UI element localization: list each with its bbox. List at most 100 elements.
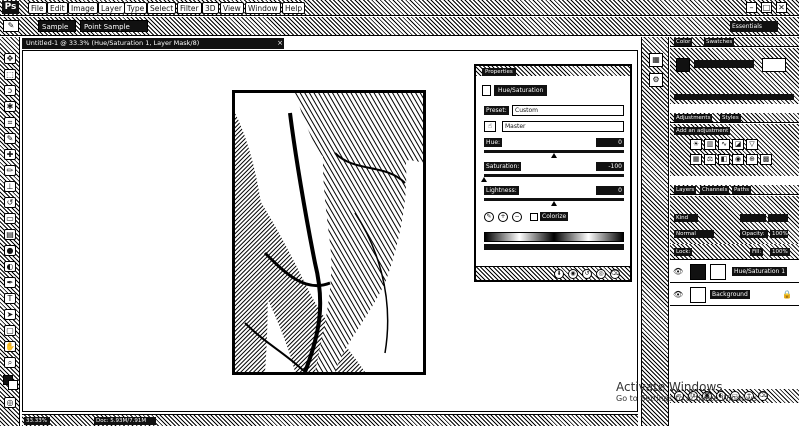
menu-file[interactable]: File	[28, 2, 47, 14]
view-previous-icon[interactable]: ◉	[568, 269, 578, 279]
menu-window[interactable]: Window	[245, 2, 281, 14]
saturation-slider-thumb[interactable]	[481, 177, 487, 182]
menu-edit[interactable]: Edit	[47, 2, 68, 14]
document-image[interactable]	[232, 90, 426, 375]
gradient-tool-icon[interactable]: ▤	[4, 229, 16, 240]
minimize-button[interactable]: –	[746, 2, 757, 13]
reset-icon[interactable]: ↺	[582, 269, 592, 279]
color-fg-swatch[interactable]	[676, 58, 690, 72]
brightness-contrast-icon[interactable]: ☀	[690, 139, 702, 150]
tab-properties[interactable]: Properties	[482, 68, 516, 76]
delete-adjustment-icon[interactable]: ⌫	[610, 269, 620, 279]
preset-dropdown[interactable]: Custom	[512, 105, 624, 116]
clip-to-layer-icon[interactable]: ⬇	[554, 269, 564, 279]
menu-filter[interactable]: Filter	[177, 2, 202, 14]
layer-row-background[interactable]: 👁 Background 🔒	[670, 284, 799, 306]
doc-size-info[interactable]: Doc: 5.93M/7.91M	[94, 417, 156, 425]
properties-panel-icon[interactable]: ⚙	[649, 73, 663, 87]
eyedropper-subtract-icon[interactable]: −	[512, 212, 522, 222]
hue-value[interactable]: 0	[596, 138, 624, 147]
colorize-checkbox[interactable]	[530, 213, 538, 221]
menu-layer[interactable]: Layer	[98, 2, 125, 14]
layer-visibility-eye-icon[interactable]: 👁	[673, 290, 683, 299]
color-balance-icon[interactable]: ⚖	[704, 154, 716, 165]
tab-color[interactable]: Color	[674, 38, 693, 46]
zoom-tool-icon[interactable]: ⌕	[4, 357, 16, 368]
lightness-value[interactable]: 0	[596, 186, 624, 195]
path-select-icon[interactable]: ➤	[4, 309, 16, 320]
background-color-swatch[interactable]	[8, 380, 18, 390]
menu-view[interactable]: View	[220, 2, 244, 14]
crop-tool-icon[interactable]: ⌗	[4, 117, 16, 128]
sample-size-dropdown[interactable]: Point Sample	[80, 20, 148, 32]
menu-3d[interactable]: 3D	[202, 2, 219, 14]
exposure-icon[interactable]: ◪	[732, 139, 744, 150]
quick-mask-icon[interactable]: ◎	[4, 397, 16, 408]
tab-layers[interactable]: Layers	[674, 186, 697, 194]
color-panel[interactable]	[670, 48, 799, 104]
clone-stamp-icon[interactable]: ⊥	[4, 181, 16, 192]
eraser-tool-icon[interactable]: ▭	[4, 213, 16, 224]
history-brush-icon[interactable]: ↺	[4, 197, 16, 208]
vibrance-icon[interactable]: ▽	[746, 139, 758, 150]
visibility-icon[interactable]: ◎	[596, 269, 606, 279]
hand-adjust-icon[interactable]: ☝	[484, 121, 496, 132]
brush-tool-icon[interactable]: ✏	[4, 165, 16, 176]
tab-swatches[interactable]: Swatches	[704, 38, 735, 46]
blur-tool-icon[interactable]: ●	[4, 245, 16, 256]
opacity-value[interactable]: 100%	[770, 230, 788, 238]
zoom-level[interactable]: 33.33%	[24, 417, 50, 425]
eyedropper-sample-icon[interactable]: ✎	[484, 212, 494, 222]
eyedropper-icon[interactable]: ✎	[4, 133, 16, 144]
menu-type[interactable]: Type	[124, 2, 148, 14]
color-lookup-icon[interactable]: ▩	[760, 154, 772, 165]
type-tool-icon[interactable]: T	[4, 293, 16, 304]
black-white-icon[interactable]: ◧	[718, 154, 730, 165]
shape-tool-icon[interactable]: ▢	[4, 325, 16, 336]
menu-help[interactable]: Help	[282, 2, 306, 14]
maximize-button[interactable]: □	[761, 2, 772, 13]
layer-filter-switch[interactable]	[768, 214, 788, 222]
document-close-icon[interactable]: ×	[276, 38, 284, 49]
close-window-button[interactable]: ✕	[776, 2, 787, 13]
saturation-value[interactable]: -100	[596, 162, 624, 171]
hand-tool-icon[interactable]: ✋	[4, 341, 16, 352]
pen-tool-icon[interactable]: ✒	[4, 277, 16, 288]
channel-mixer-icon[interactable]: ⊕	[746, 154, 758, 165]
delete-layer-icon[interactable]: ⌫	[758, 391, 768, 401]
curves-icon[interactable]: ∿	[718, 139, 730, 150]
eyedropper-tool-icon[interactable]: ✎	[3, 20, 19, 32]
layer-mask-thumb[interactable]	[710, 264, 726, 280]
tab-adjustments[interactable]: Adjustments	[674, 114, 713, 122]
tab-channels[interactable]: Channels	[700, 186, 730, 194]
quick-select-tool-icon[interactable]: ✱	[4, 101, 16, 112]
color-slider[interactable]	[694, 60, 754, 68]
hue-saturation-icon[interactable]: ▦	[690, 154, 702, 165]
blend-mode-dropdown[interactable]: Normal	[674, 230, 714, 238]
layer-filter-kind[interactable]: Kind	[674, 214, 698, 222]
layer-row-hue-saturation[interactable]: 👁 Hue/Saturation 1	[670, 261, 799, 283]
layer-filter-toggle[interactable]	[740, 214, 766, 222]
menu-select[interactable]: Select	[147, 2, 177, 14]
marquee-tool-icon[interactable]: ⬚	[4, 69, 16, 80]
hue-slider-thumb[interactable]	[551, 153, 557, 158]
saturation-slider[interactable]	[484, 174, 624, 177]
levels-icon[interactable]: ▥	[704, 139, 716, 150]
document-tab[interactable]: Untitled-1 @ 33.3% (Hue/Saturation 1, La…	[22, 38, 284, 49]
dodge-tool-icon[interactable]: ◐	[4, 261, 16, 272]
lasso-tool-icon[interactable]: ↄ	[4, 85, 16, 96]
fill-value[interactable]: 100%	[770, 248, 790, 256]
workspace-dropdown[interactable]: Essentials	[730, 21, 778, 32]
tab-paths[interactable]: Paths	[732, 186, 751, 194]
eyedropper-add-icon[interactable]: +	[498, 212, 508, 222]
channel-dropdown[interactable]: Master	[502, 121, 624, 132]
photo-filter-icon[interactable]: ◉	[732, 154, 744, 165]
menu-image[interactable]: Image	[68, 2, 98, 14]
history-panel-icon[interactable]: ▦	[649, 53, 663, 67]
move-tool-icon[interactable]: ✥	[4, 53, 16, 64]
layer-name[interactable]: Hue/Saturation 1	[732, 267, 788, 276]
lightness-slider-thumb[interactable]	[551, 201, 557, 206]
color-ramp[interactable]	[674, 94, 794, 100]
healing-brush-icon[interactable]: ✚	[4, 149, 16, 160]
tab-styles[interactable]: Styles	[720, 114, 741, 122]
